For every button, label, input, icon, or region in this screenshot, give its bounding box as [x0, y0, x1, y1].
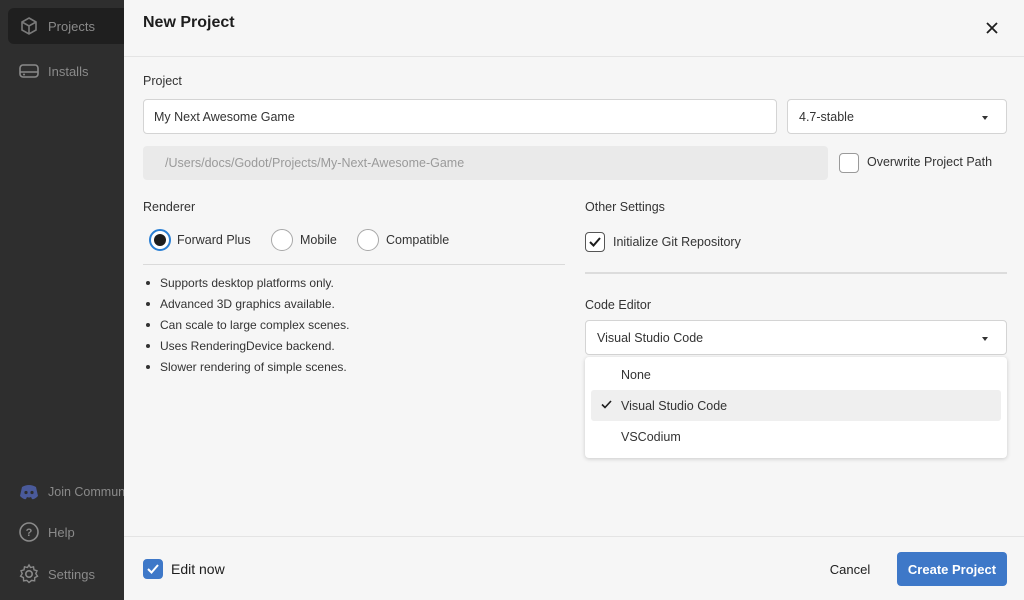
gear-icon — [18, 563, 40, 585]
list-item: Advanced 3D graphics available. — [143, 295, 349, 316]
sidebar: Projects Installs Join Communi ? Help Se… — [0, 0, 148, 600]
discord-icon — [18, 481, 40, 503]
project-label: Project — [143, 74, 182, 88]
dropdown-option-vscodium[interactable]: VSCodium — [591, 421, 1001, 452]
git-checkbox[interactable] — [585, 232, 605, 252]
dialog-header: New Project — [124, 0, 1024, 57]
check-icon — [601, 400, 612, 409]
drive-icon — [18, 60, 40, 82]
edit-now-checkbox[interactable] — [143, 559, 163, 579]
dropdown-option-vscode[interactable]: Visual Studio Code — [591, 390, 1001, 421]
version-value: 4.7-stable — [799, 109, 854, 124]
version-select[interactable]: 4.7-stable — [787, 99, 1007, 134]
overwrite-path-label: Overwrite Project Path — [867, 155, 993, 169]
cancel-button[interactable]: Cancel — [819, 556, 881, 582]
dropdown-option-label: None — [621, 367, 651, 382]
renderer-label: Renderer — [143, 200, 196, 214]
code-editor-dropdown: None Visual Studio Code VSCodium — [585, 357, 1007, 458]
sidebar-item-label: Projects — [48, 18, 95, 34]
sidebar-item-label: Help — [48, 524, 75, 540]
code-editor-value: Visual Studio Code — [597, 330, 704, 345]
overwrite-path-checkbox[interactable] — [839, 153, 859, 173]
list-item: Slower rendering of simple scenes. — [143, 358, 349, 379]
renderer-info-list: Supports desktop platforms only. Advance… — [143, 274, 349, 379]
list-item: Uses RenderingDevice backend. — [143, 337, 349, 358]
create-project-button[interactable]: Create Project — [897, 552, 1007, 586]
sidebar-item-label: Settings — [48, 566, 95, 582]
radio-compatible[interactable] — [357, 229, 379, 251]
check-icon — [589, 237, 601, 247]
close-button[interactable] — [982, 18, 1002, 38]
close-icon — [986, 22, 998, 34]
dropdown-option-label: VSCodium — [621, 429, 681, 444]
list-item: Supports desktop platforms only. — [143, 274, 349, 295]
radio-mobile[interactable] — [271, 229, 293, 251]
cube-icon — [18, 15, 40, 37]
chevron-down-icon — [982, 115, 988, 120]
code-editor-select[interactable]: Visual Studio Code — [585, 320, 1007, 355]
project-name-input[interactable]: My Next Awesome Game — [143, 99, 777, 134]
project-path-field[interactable]: /Users/docs/Godot/Projects/My-Next-Aweso… — [143, 146, 828, 180]
renderer-divider — [143, 264, 565, 265]
dialog-footer: Edit now Cancel Create Project — [124, 536, 1024, 600]
help-icon: ? — [18, 521, 40, 543]
radio-forward-plus[interactable] — [149, 229, 171, 251]
chevron-down-icon — [982, 336, 988, 341]
dropdown-option-none[interactable]: None — [591, 359, 1001, 390]
radio-compatible-label: Compatible — [386, 233, 450, 247]
dropdown-option-label: Visual Studio Code — [621, 398, 728, 413]
list-item: Can scale to large complex scenes. — [143, 316, 349, 337]
sidebar-item-label: Join Communi — [48, 485, 128, 499]
other-settings-label: Other Settings — [585, 200, 665, 214]
sidebar-item-label: Installs — [48, 63, 89, 79]
radio-mobile-label: Mobile — [300, 233, 337, 247]
radio-forward-plus-label: Forward Plus — [177, 233, 251, 247]
git-checkbox-label: Initialize Git Repository — [613, 235, 741, 249]
settings-divider — [585, 272, 1007, 274]
new-project-dialog: New Project Project My Next Awesome Game… — [124, 0, 1024, 600]
dialog-title: New Project — [143, 14, 235, 31]
check-icon — [147, 564, 159, 574]
svg-text:?: ? — [26, 527, 33, 539]
code-editor-label: Code Editor — [585, 298, 652, 312]
edit-now-label: Edit now — [171, 561, 225, 577]
